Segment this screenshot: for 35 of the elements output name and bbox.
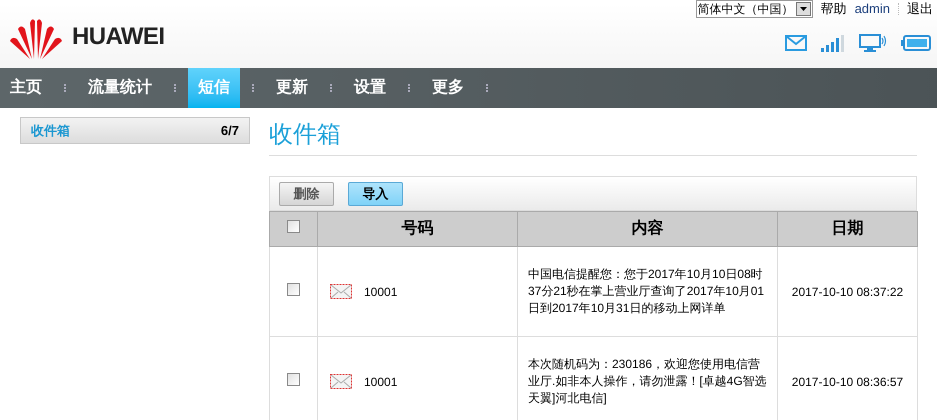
language-dropdown[interactable]: 简体中文（中国） xyxy=(696,0,813,18)
sidebar-label: 收件箱 xyxy=(31,122,70,140)
nav-tab[interactable]: 流量统计 xyxy=(78,68,162,108)
signal-icon xyxy=(821,34,845,52)
header-link[interactable]: admin xyxy=(854,0,890,19)
nav-tab[interactable]: 主页 xyxy=(0,68,52,108)
sidebar-count: 6/7 xyxy=(220,122,239,140)
monitor-icon xyxy=(859,34,887,52)
nav-tab[interactable]: 更多 xyxy=(422,68,474,108)
brand-name: HUAWEI xyxy=(72,22,164,52)
column-header: 内容 xyxy=(518,212,778,246)
table-cell-text: 10001 xyxy=(364,374,398,390)
table-cell: 2017-10-10 08:36:57 xyxy=(792,374,904,388)
checkbox[interactable] xyxy=(287,220,300,233)
table-cell: 2017-10-10 08:37:22 xyxy=(792,284,904,298)
nav-tab[interactable]: 更新 xyxy=(266,68,318,108)
nav-tab[interactable]: 设置 xyxy=(344,68,396,108)
header-link[interactable]: 帮助 xyxy=(820,0,847,19)
header-link[interactable]: 退出 xyxy=(907,0,933,19)
checkbox[interactable] xyxy=(287,282,300,296)
checkbox[interactable] xyxy=(287,372,300,386)
table-cell-text: 中国电信提醒您：您于2017年10月10日08时37分21秒在掌上营业厅查询了2017年10月01日到2017年10月31日的移动上网详单 xyxy=(528,266,766,317)
column-header: 号码 xyxy=(318,212,518,246)
envelope-icon xyxy=(330,284,352,299)
battery-icon xyxy=(901,35,931,51)
sidebar-item[interactable]: 收件箱 6/7 xyxy=(20,117,250,144)
table-cell: 本次随机码为：230186，欢迎您使用电信营业厅.如非本人操作，请勿泄露！[卓越4G智选天翼]河北电信] xyxy=(528,356,767,407)
dropdown-arrow-icon xyxy=(800,7,807,11)
envelope-icon xyxy=(330,374,352,389)
column-header: 日期 xyxy=(778,212,918,246)
mail-icon xyxy=(785,35,807,51)
page-title: 收件箱 xyxy=(269,120,342,150)
toolbar-button[interactable]: 导入 xyxy=(348,182,403,206)
toolbar-button[interactable]: 删除 xyxy=(279,182,334,206)
table-cell-text: 10001 xyxy=(364,284,398,300)
